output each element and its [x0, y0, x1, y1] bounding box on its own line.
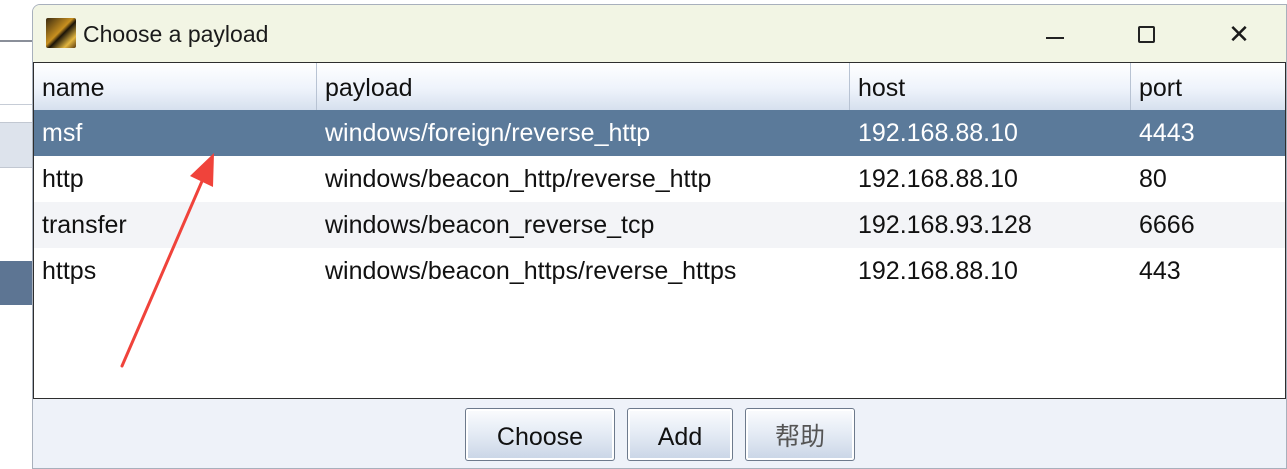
maximize-button[interactable]	[1106, 9, 1186, 59]
button-bar: Choose Add 帮助	[33, 399, 1286, 468]
app-icon	[46, 18, 76, 48]
table-row[interactable]: http windows/beacon_http/reverse_http 19…	[34, 156, 1285, 202]
cell-host: 192.168.88.10	[858, 119, 1018, 147]
table-row[interactable]: transfer windows/beacon_reverse_tcp 192.…	[34, 202, 1285, 248]
close-button[interactable]: ✕	[1199, 9, 1279, 59]
cell-host: 192.168.93.128	[858, 211, 1032, 239]
choose-payload-dialog: Choose a payload ✕ name payload host por…	[32, 4, 1287, 469]
cell-name: transfer	[42, 211, 127, 239]
cell-payload: windows/beacon_https/reverse_https	[325, 257, 737, 285]
cell-name: msf	[42, 119, 83, 147]
column-header-name[interactable]: name	[34, 63, 317, 110]
column-header-payload[interactable]: payload	[317, 63, 850, 110]
cell-name: https	[42, 257, 97, 285]
title-bar[interactable]: Choose a payload ✕	[33, 5, 1286, 62]
column-header-host[interactable]: host	[850, 63, 1131, 110]
payload-table: name payload host port msf windows/forei…	[33, 62, 1286, 399]
close-icon: ✕	[1228, 18, 1250, 49]
cell-port: 4443	[1139, 119, 1195, 147]
help-button[interactable]: 帮助	[745, 408, 855, 461]
cell-payload: windows/beacon_http/reverse_http	[325, 165, 712, 193]
table-row[interactable]: https windows/beacon_https/reverse_https…	[34, 248, 1285, 294]
cell-host: 192.168.88.10	[858, 257, 1018, 285]
choose-button[interactable]: Choose	[465, 408, 615, 461]
add-button[interactable]: Add	[627, 408, 733, 461]
cell-port: 6666	[1139, 211, 1195, 239]
minimize-icon	[1046, 37, 1064, 39]
cell-payload: windows/beacon_reverse_tcp	[325, 211, 655, 239]
cell-payload: windows/foreign/reverse_http	[325, 119, 651, 147]
cell-port: 80	[1139, 165, 1167, 193]
cell-name: http	[42, 165, 84, 193]
cell-port: 443	[1139, 257, 1181, 285]
cell-host: 192.168.88.10	[858, 165, 1018, 193]
table-header: name payload host port	[34, 63, 1285, 111]
window-title: Choose a payload	[83, 21, 269, 47]
column-header-port[interactable]: port	[1131, 63, 1286, 110]
table-row-selected[interactable]: msf windows/foreign/reverse_http 192.168…	[34, 110, 1285, 156]
maximize-icon	[1137, 25, 1155, 43]
minimize-button[interactable]	[1015, 9, 1095, 59]
